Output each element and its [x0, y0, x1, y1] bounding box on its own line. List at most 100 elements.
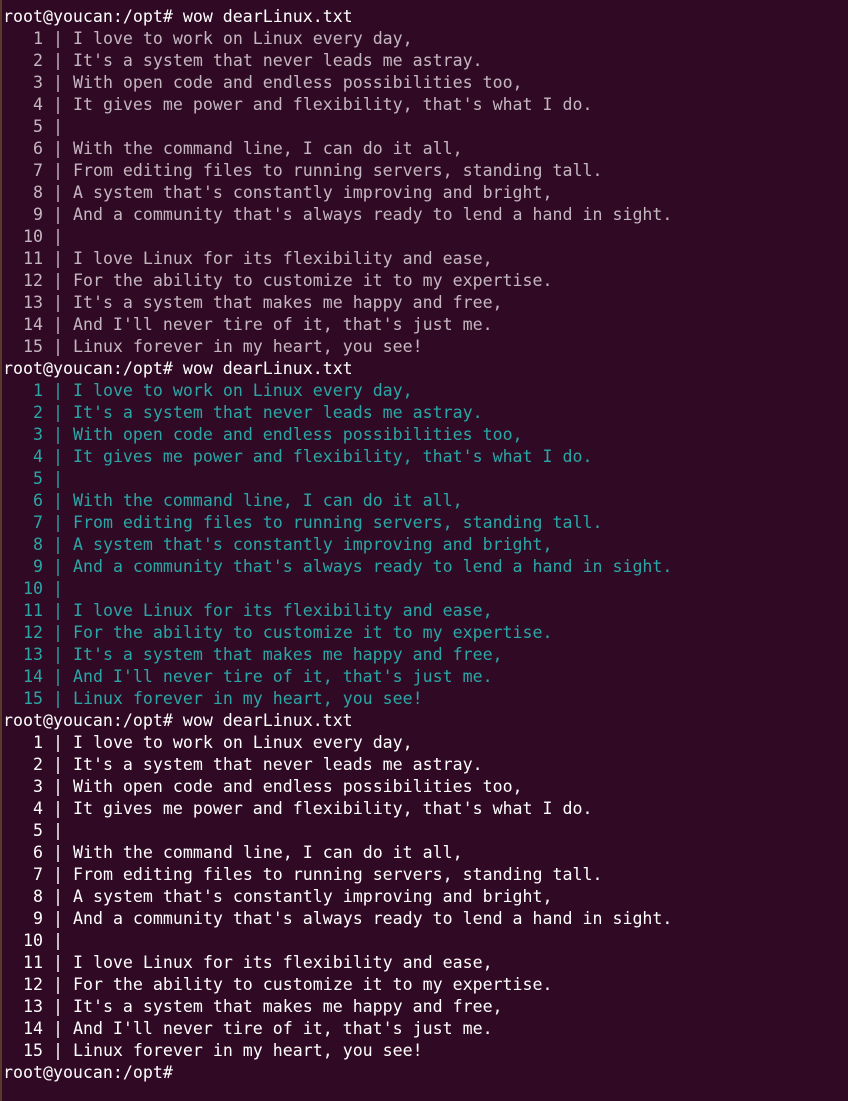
- line-separator: |: [52, 997, 63, 1016]
- line-number: 12: [22, 271, 43, 290]
- line-text: And I'll never tire of it, that's just m…: [72, 667, 493, 686]
- line-text: And I'll never tire of it, that's just m…: [72, 315, 493, 334]
- line-number: 13: [22, 997, 43, 1016]
- line-text: From editing files to running servers, s…: [72, 865, 603, 884]
- line-number: 1: [32, 733, 43, 752]
- line-separator: |: [52, 469, 63, 488]
- file-line: 6 | With the command line, I can do it a…: [3, 842, 848, 864]
- line-number: 6: [32, 491, 43, 510]
- file-line: 14 | And I'll never tire of it, that's j…: [3, 1018, 848, 1040]
- line-separator: |: [52, 821, 63, 840]
- line-text: I love to work on Linux every day,: [72, 733, 413, 752]
- file-line: 12 | For the ability to customize it to …: [3, 270, 848, 292]
- line-text: I love Linux for its flexibility and eas…: [72, 953, 493, 972]
- line-separator: |: [52, 117, 63, 136]
- command-text: wow dearLinux.txt: [172, 359, 353, 378]
- file-line: 12 | For the ability to customize it to …: [3, 622, 848, 644]
- line-number: 6: [32, 843, 43, 862]
- line-number: 8: [32, 887, 43, 906]
- line-text: Linux forever in my heart, you see!: [72, 689, 423, 708]
- line-text: For the ability to customize it to my ex…: [72, 623, 553, 642]
- line-separator: |: [52, 51, 63, 70]
- line-number: 11: [22, 601, 43, 620]
- file-line: 14 | And I'll never tire of it, that's j…: [3, 314, 848, 336]
- terminal-output: root@youcan:/opt# wow dearLinux.txt 1 | …: [3, 6, 848, 1084]
- line-separator: |: [52, 403, 63, 422]
- line-text: From editing files to running servers, s…: [72, 161, 603, 180]
- line-text: A system that's constantly improving and…: [72, 887, 553, 906]
- file-line: 11 | I love Linux for its flexibility an…: [3, 952, 848, 974]
- line-number: 15: [22, 1041, 43, 1060]
- line-text: With open code and endless possibilities…: [72, 73, 523, 92]
- line-separator: |: [52, 689, 63, 708]
- line-text: With the command line, I can do it all,: [72, 843, 463, 862]
- line-number: 7: [32, 161, 43, 180]
- command-text: wow dearLinux.txt: [172, 711, 353, 730]
- line-text: It's a system that makes me happy and fr…: [72, 997, 503, 1016]
- prompt-line: root@youcan:/opt# wow dearLinux.txt: [3, 6, 848, 28]
- line-number: 4: [32, 95, 43, 114]
- line-number: 12: [22, 975, 43, 994]
- line-separator: |: [52, 29, 63, 48]
- line-number: 14: [22, 1019, 43, 1038]
- line-separator: |: [52, 755, 63, 774]
- file-line: 9 | And a community that's always ready …: [3, 204, 848, 226]
- line-text: It's a system that makes me happy and fr…: [72, 293, 503, 312]
- line-separator: |: [52, 425, 63, 444]
- line-separator: |: [52, 183, 63, 202]
- file-line: 3 | With open code and endless possibili…: [3, 424, 848, 446]
- line-number: 13: [22, 645, 43, 664]
- file-line: 1 | I love to work on Linux every day,: [3, 380, 848, 402]
- file-line: 10 |: [3, 930, 848, 952]
- file-output-block: 1 | I love to work on Linux every day, 2…: [3, 380, 848, 710]
- line-separator: |: [52, 953, 63, 972]
- file-line: 12 | For the ability to customize it to …: [3, 974, 848, 996]
- file-line: 8 | A system that's constantly improving…: [3, 886, 848, 908]
- line-text: I love Linux for its flexibility and eas…: [72, 249, 493, 268]
- line-separator: |: [52, 293, 63, 312]
- line-text: And I'll never tire of it, that's just m…: [72, 1019, 493, 1038]
- line-separator: |: [52, 315, 63, 334]
- line-separator: |: [52, 513, 63, 532]
- line-separator: |: [52, 667, 63, 686]
- line-number: 4: [32, 447, 43, 466]
- file-line: 13 | It's a system that makes me happy a…: [3, 996, 848, 1018]
- line-separator: |: [52, 249, 63, 268]
- prompt-line: root@youcan:/opt# wow dearLinux.txt: [3, 710, 848, 732]
- line-separator: |: [52, 733, 63, 752]
- window-edge: [0, 0, 2, 1101]
- file-line: 7 | From editing files to running server…: [3, 160, 848, 182]
- line-separator: |: [52, 623, 63, 642]
- line-text: With open code and endless possibilities…: [72, 777, 523, 796]
- line-text: And a community that's always ready to l…: [72, 557, 673, 576]
- line-number: 10: [22, 931, 43, 950]
- line-number: 15: [22, 337, 43, 356]
- line-number: 7: [32, 513, 43, 532]
- file-line: 9 | And a community that's always ready …: [3, 908, 848, 930]
- line-number: 8: [32, 535, 43, 554]
- file-line: 3 | With open code and endless possibili…: [3, 72, 848, 94]
- line-number: 12: [22, 623, 43, 642]
- line-number: 10: [22, 227, 43, 246]
- prompt-line[interactable]: root@youcan:/opt#: [3, 1062, 848, 1084]
- prompt: root@youcan:/opt#: [3, 711, 173, 730]
- file-line: 4 | It gives me power and flexibility, t…: [3, 798, 848, 820]
- line-text: It gives me power and flexibility, that'…: [72, 95, 593, 114]
- line-number: 1: [32, 381, 43, 400]
- file-line: 4 | It gives me power and flexibility, t…: [3, 446, 848, 468]
- line-number: 3: [32, 425, 43, 444]
- line-separator: |: [52, 975, 63, 994]
- line-number: 9: [32, 909, 43, 928]
- file-line: 3 | With open code and endless possibili…: [3, 776, 848, 798]
- line-text: It's a system that makes me happy and fr…: [72, 645, 503, 664]
- line-text: And a community that's always ready to l…: [72, 205, 673, 224]
- line-separator: |: [52, 205, 63, 224]
- terminal-window[interactable]: root@youcan:/opt# wow dearLinux.txt 1 | …: [0, 0, 848, 1101]
- line-separator: |: [52, 887, 63, 906]
- line-number: 5: [32, 117, 43, 136]
- file-line: 7 | From editing files to running server…: [3, 864, 848, 886]
- line-separator: |: [52, 535, 63, 554]
- file-output-block: 1 | I love to work on Linux every day, 2…: [3, 28, 848, 358]
- line-separator: |: [52, 931, 63, 950]
- file-line: 8 | A system that's constantly improving…: [3, 182, 848, 204]
